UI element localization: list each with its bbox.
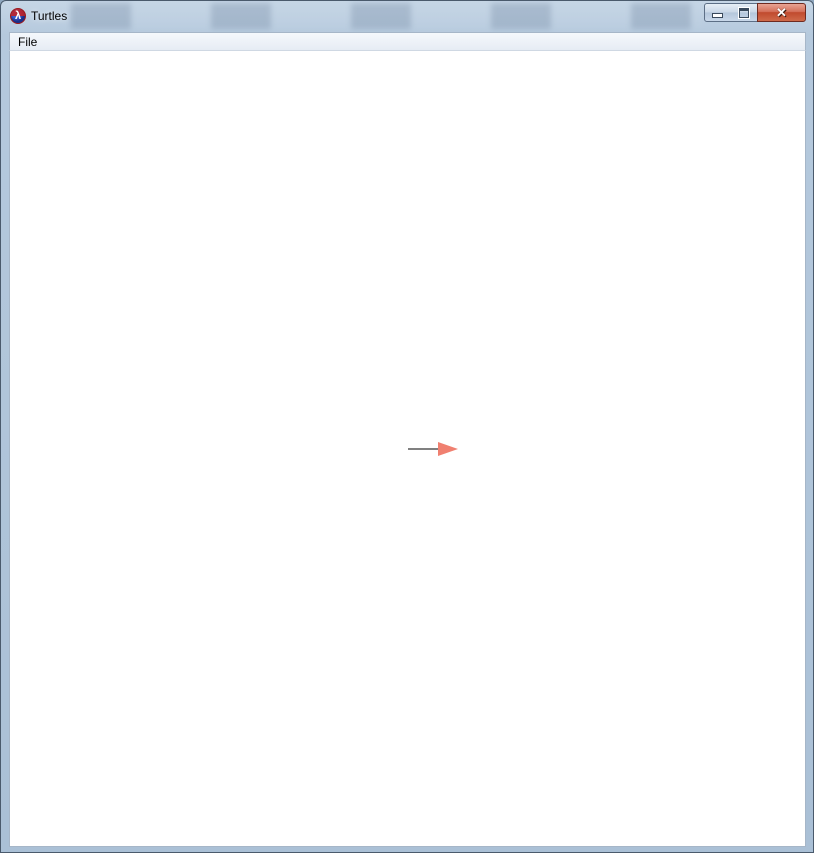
close-icon: ✕ xyxy=(776,5,787,20)
turtle-canvas[interactable] xyxy=(9,51,806,847)
turtle-drawing xyxy=(408,442,458,456)
app-window: λ Turtles ✕ File xyxy=(0,0,814,853)
menu-bar: File xyxy=(9,32,806,51)
turtle-arrow-icon xyxy=(438,442,458,456)
menu-item-file[interactable]: File xyxy=(17,35,38,49)
window-title: Turtles xyxy=(31,9,68,23)
maximize-button[interactable] xyxy=(730,3,758,22)
titlebar-background xyxy=(71,3,701,29)
minimize-button[interactable] xyxy=(704,3,731,22)
close-button[interactable]: ✕ xyxy=(757,3,806,22)
minimize-icon xyxy=(712,13,723,18)
lambda-icon[interactable]: λ xyxy=(10,8,26,24)
maximize-icon xyxy=(737,6,750,19)
